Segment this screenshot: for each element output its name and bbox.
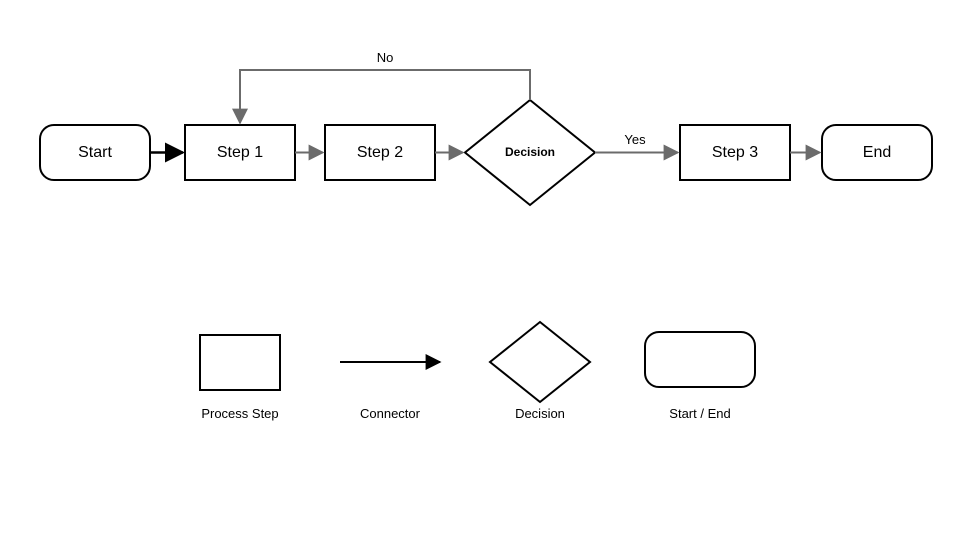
node-end-label: End [863,144,891,161]
legend-terminator-shape [645,332,755,387]
edge-decision-step1-label: No [377,50,394,65]
node-start-label: Start [78,144,112,161]
legend-connector-label: Connector [360,406,421,421]
node-step3-label: Step 3 [712,144,758,161]
legend-process-shape [200,335,280,390]
legend-terminator-label: Start / End [669,406,730,421]
edge-decision-step1 [240,70,530,123]
flowchart-diagram: Start Step 1 Step 2 Decision Step 3 End … [0,0,960,540]
edge-decision-step3-label: Yes [624,132,646,147]
legend-decision-shape [490,322,590,402]
legend-process-label: Process Step [201,406,278,421]
node-decision-label: Decision [505,145,555,159]
node-step2-label: Step 2 [357,144,403,161]
legend-decision-label: Decision [515,406,565,421]
node-step1-label: Step 1 [217,144,263,161]
